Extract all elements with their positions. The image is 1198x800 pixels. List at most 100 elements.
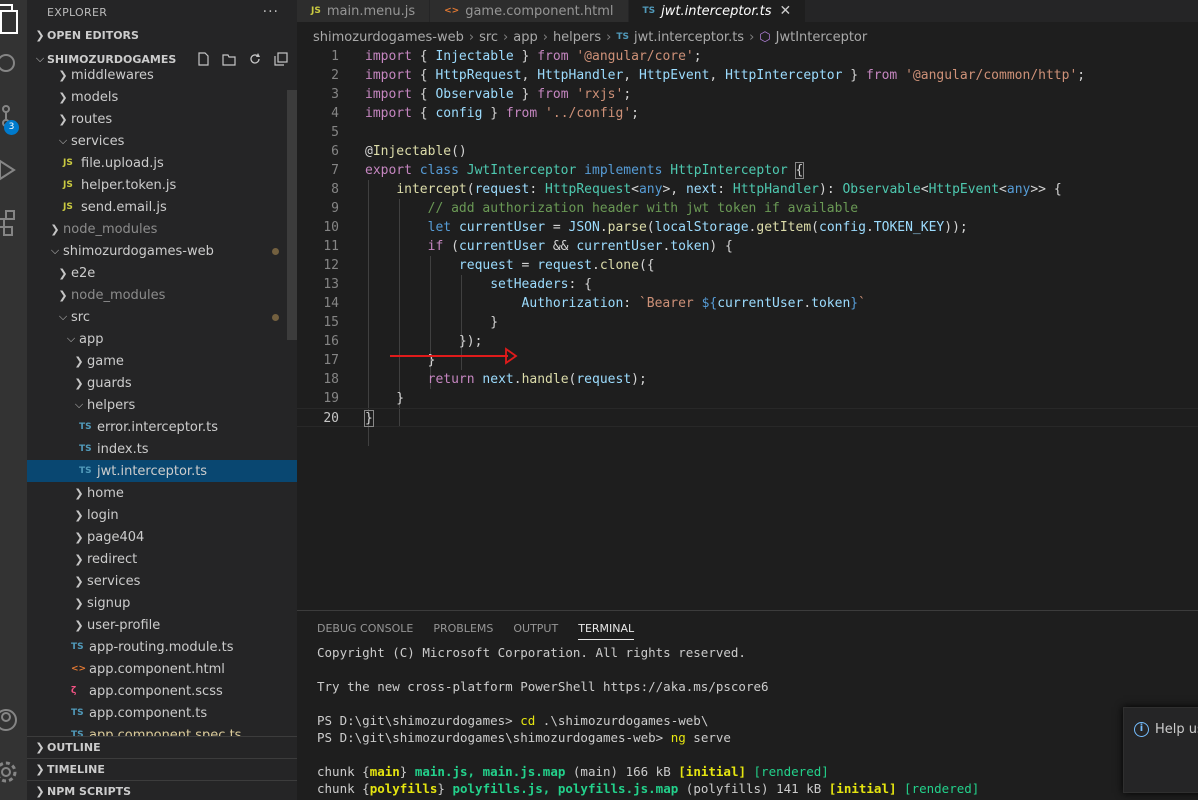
project-section[interactable]: ⌵ SHIMOZURDOGAMES (27, 48, 297, 70)
collapse-all-icon[interactable] (273, 51, 289, 67)
tab-problems[interactable]: PROBLEMS (433, 622, 493, 635)
tab-jwt-interceptor-ts[interactable]: TS jwt.interceptor.ts ✕ (628, 0, 807, 22)
tree-folder[interactable]: ❯ redirect (27, 548, 297, 570)
tree-folder[interactable]: ⌵ shimozurdogames-web (27, 240, 297, 262)
terminal-output[interactable]: Copyright (C) Microsoft Corporation. All… (317, 644, 979, 797)
line-number: 12 (323, 258, 339, 273)
tree-item-label: node_modules (63, 221, 158, 237)
tree-file[interactable]: TS jwt.interceptor.ts (27, 460, 297, 482)
code-line: 11 if (currentUser && currentUser.token)… (297, 237, 1198, 256)
breadcrumb-symbol[interactable]: JwtInterceptor (776, 30, 868, 45)
code-line: 10 let currentUser = JSON.parse(localSto… (297, 218, 1198, 237)
tree-file[interactable]: TS app.component.spec.ts (27, 724, 297, 737)
outline-section[interactable]: ❯ OUTLINE (27, 736, 297, 758)
run-debug-icon[interactable] (0, 150, 27, 190)
terminal-line: PS D:\git\shimozurdogames\shimozurdogame… (317, 729, 979, 746)
refresh-icon[interactable] (247, 51, 263, 67)
breadcrumb-item[interactable]: shimozurdogames-web (313, 30, 464, 45)
tree-item-label: jwt.interceptor.ts (97, 463, 208, 479)
chevron-right-icon: ❯ (74, 552, 84, 566)
tree-file[interactable]: JS file.upload.js (27, 152, 297, 174)
open-editors-section[interactable]: ❯ OPEN EDITORS (27, 24, 297, 46)
tree-folder[interactable]: ❯ e2e (27, 262, 297, 284)
tree-folder[interactable]: ❯ middlewares (27, 68, 297, 86)
tree-folder[interactable]: ⌵ app (27, 328, 297, 350)
tab-game-component-html[interactable]: <> game.component.html (430, 0, 629, 22)
tree-item-label: index.ts (97, 441, 149, 457)
tree-item-label: home (87, 485, 124, 501)
breadcrumb-file[interactable]: jwt.interceptor.ts (634, 30, 744, 45)
new-folder-icon[interactable] (221, 51, 237, 67)
tab-debug-console[interactable]: DEBUG CONSOLE (317, 622, 413, 635)
terminal-line: Copyright (C) Microsoft Corporation. All… (317, 645, 746, 660)
editor-tabs: JS main.menu.js <> game.component.html T… (297, 0, 1198, 22)
bottom-panel: DEBUG CONSOLE PROBLEMS OUTPUT TERMINAL C… (297, 610, 1198, 800)
chevron-right-icon: ❯ (35, 741, 45, 754)
tree-folder[interactable]: ❯ guards (27, 372, 297, 394)
tree-folder[interactable]: ❯ node_modules (27, 218, 297, 240)
tree-file[interactable]: JS helper.token.js (27, 174, 297, 196)
tree-folder[interactable]: ❯ page404 (27, 526, 297, 548)
tree-file[interactable]: <> app.component.html (27, 658, 297, 680)
code-line: 8 intercept(request: HttpRequest<any>, n… (297, 180, 1198, 199)
chunk-text: (polyfills) 141 kB (678, 781, 829, 796)
line-number: 19 (323, 391, 339, 406)
tree-folder[interactable]: ⌵ src (27, 306, 297, 328)
chevron-right-icon: ❯ (35, 785, 45, 798)
breadcrumb-item[interactable]: app (513, 30, 537, 45)
npm-scripts-section[interactable]: ❯ NPM SCRIPTS (27, 780, 297, 800)
tree-folder[interactable]: ❯ home (27, 482, 297, 504)
tree-folder[interactable]: ❯ node_modules (27, 284, 297, 306)
tree-file[interactable]: TS app.component.ts (27, 702, 297, 724)
tree-file[interactable]: ζ app.component.scss (27, 680, 297, 702)
notification-toast[interactable]: i Help us (1123, 707, 1198, 793)
tree-folder[interactable]: ❯ user-profile (27, 614, 297, 636)
tree-item-label: app.component.scss (89, 683, 223, 699)
tree-file[interactable]: TS error.interceptor.ts (27, 416, 297, 438)
line-number: 14 (323, 296, 339, 311)
breadcrumb-item[interactable]: src (479, 30, 498, 45)
tree-folder[interactable]: ❯ routes (27, 108, 297, 130)
tree-folder[interactable]: ❯ signup (27, 592, 297, 614)
code-line: 2 import { HttpRequest, HttpHandler, Http… (297, 66, 1198, 85)
chunk-text: } (437, 781, 453, 796)
line-number: 13 (323, 277, 339, 292)
tab-output[interactable]: OUTPUT (513, 622, 558, 635)
settings-gear-icon[interactable] (0, 752, 27, 792)
tree-folder[interactable]: ❯ game (27, 350, 297, 372)
new-file-icon[interactable] (195, 51, 211, 67)
explorer-icon[interactable] (0, 0, 27, 40)
account-icon[interactable] (0, 700, 27, 740)
extensions-icon[interactable] (0, 202, 27, 242)
chevron-right-icon: ❯ (74, 530, 84, 544)
sidebar-scrollbar[interactable] (287, 90, 297, 340)
tree-file[interactable]: TS index.ts (27, 438, 297, 460)
tree-folder[interactable]: ⌵ services (27, 130, 297, 152)
tree-file[interactable]: JS send.email.js (27, 196, 297, 218)
chunk-rendered: [rendered] (904, 781, 980, 796)
tree-item-label: app.component.ts (89, 705, 208, 721)
line-number: 20 (323, 411, 339, 426)
tree-folder[interactable]: ❯ models (27, 86, 297, 108)
breadcrumb-item[interactable]: helpers (553, 30, 601, 45)
tree-folder[interactable]: ❯ login (27, 504, 297, 526)
modified-dot-icon (272, 247, 279, 255)
info-icon: i (1134, 722, 1149, 737)
tab-label: jwt.interceptor.ts (661, 3, 772, 19)
more-actions-icon[interactable]: ··· (263, 4, 279, 20)
search-icon[interactable] (0, 44, 27, 84)
close-tab-icon[interactable]: ✕ (780, 3, 792, 19)
line-number: 11 (323, 239, 339, 254)
tab-terminal[interactable]: TERMINAL (578, 622, 635, 640)
tree-folder[interactable]: ⌵ helpers (27, 394, 297, 416)
timeline-section[interactable]: ❯ TIMELINE (27, 758, 297, 780)
tree-folder[interactable]: ❯ services (27, 570, 297, 592)
tree-file[interactable]: TS app-routing.module.ts (27, 636, 297, 658)
tab-main-menu-js[interactable]: JS main.menu.js (297, 0, 431, 22)
line-number: 9 (331, 201, 339, 216)
tree-item-label: send.email.js (81, 199, 167, 215)
code-line: 19 } (297, 389, 1198, 408)
tree-item-label: middlewares (71, 68, 154, 83)
